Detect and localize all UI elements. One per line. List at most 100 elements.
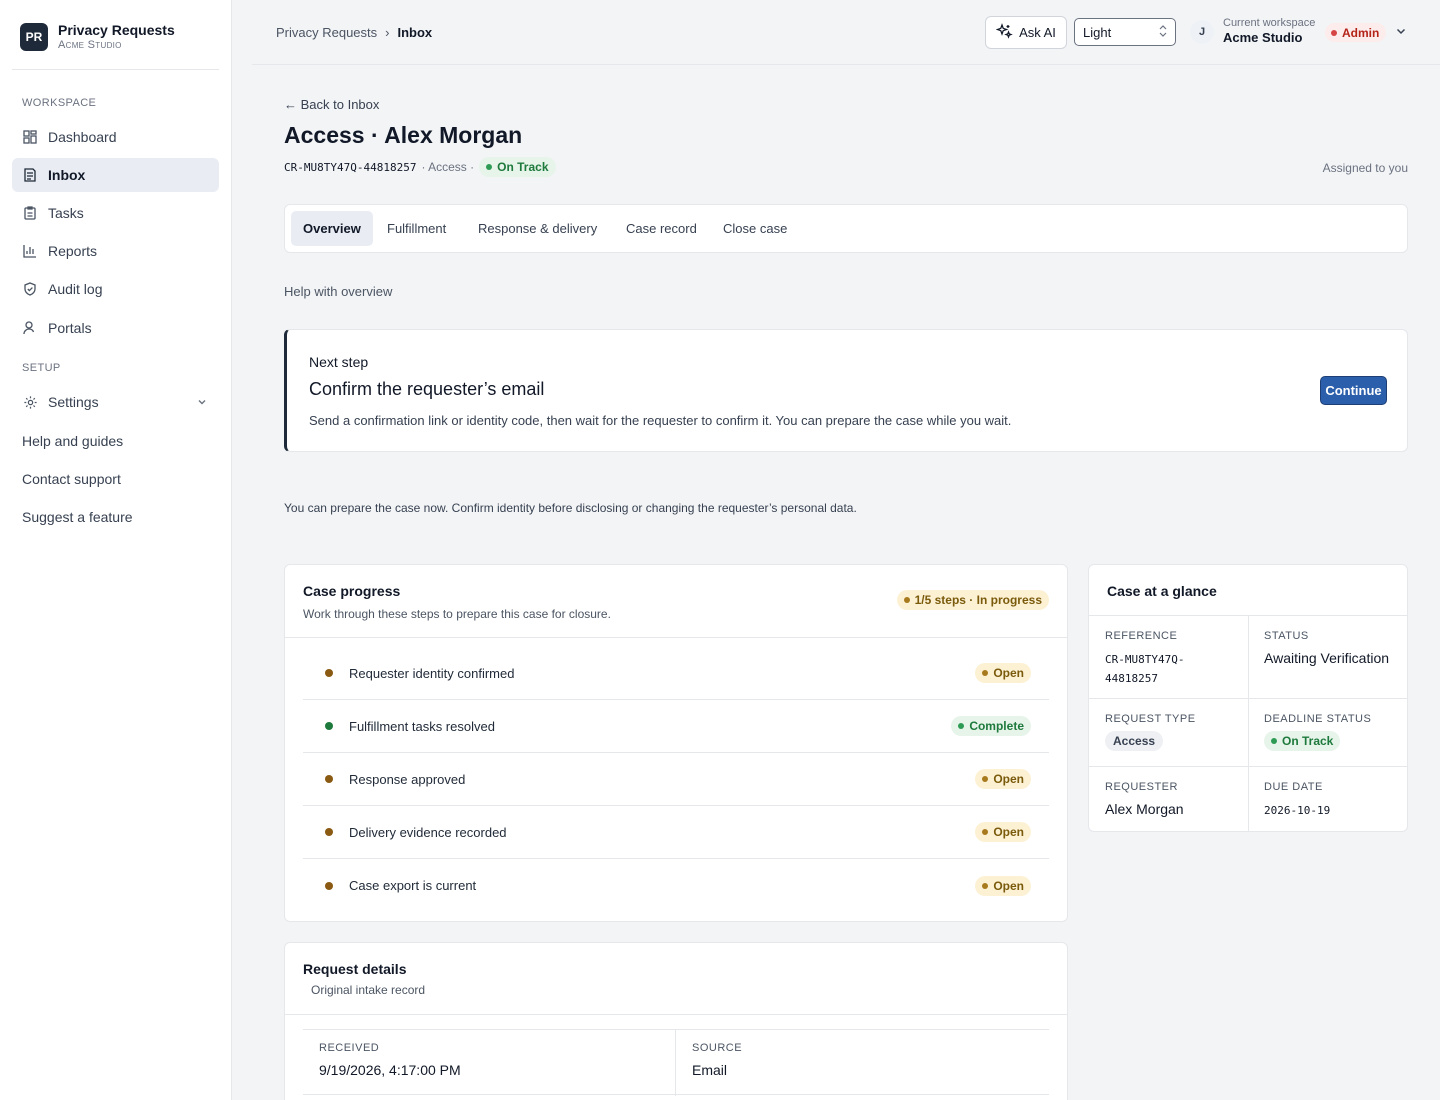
glance-deadline-status: DEADLINE STATUS On Track bbox=[1248, 713, 1407, 751]
sidebar-item-audit-log[interactable]: Audit log bbox=[12, 272, 219, 306]
progress-steps: Requester identity confirmed Open Fulfil… bbox=[303, 647, 1049, 912]
sidebar-link-suggest-feature[interactable]: Suggest a feature bbox=[22, 509, 133, 525]
request-details-subtitle: Original intake record bbox=[311, 983, 426, 997]
glance-header: Case at a glance bbox=[1089, 565, 1407, 616]
step-status-badge: Open bbox=[975, 875, 1031, 896]
sidebar-item-label: Tasks bbox=[48, 205, 84, 221]
breadcrumb-separator: › bbox=[385, 25, 390, 40]
step-label: Case export is current bbox=[349, 878, 477, 893]
status-dot bbox=[958, 723, 965, 729]
tab-close-case[interactable]: Close case bbox=[711, 211, 799, 246]
glance-divider bbox=[1089, 766, 1407, 767]
chevron-down-icon[interactable] bbox=[1395, 24, 1407, 42]
glance-requester: REQUESTER Alex Morgan bbox=[1089, 781, 1248, 817]
progress-step: Response approved Open bbox=[303, 753, 1049, 806]
sidebar-item-settings[interactable]: Settings bbox=[12, 385, 219, 419]
sparkles-icon bbox=[995, 22, 1013, 43]
ask-ai-button[interactable]: Ask AI bbox=[985, 16, 1067, 49]
tab-response-delivery[interactable]: Response & delivery bbox=[466, 211, 609, 246]
page-title: Access · Alex Morgan bbox=[284, 122, 523, 148]
sidebar-item-inbox[interactable]: Inbox bbox=[12, 158, 219, 192]
tab-fulfillment[interactable]: Fulfillment bbox=[375, 211, 458, 246]
glance-reference-label: REFERENCE bbox=[1105, 630, 1178, 642]
step-status-dot bbox=[325, 828, 333, 836]
select-updown-icon bbox=[1159, 24, 1167, 39]
breadcrumb: Privacy Requests › Inbox bbox=[276, 25, 432, 40]
dashboard-icon bbox=[22, 129, 38, 145]
breadcrumb-parent[interactable]: Privacy Requests bbox=[276, 25, 377, 40]
glance-divider bbox=[1089, 698, 1407, 699]
detail-received: RECEIVED 9/19/2026, 4:17:00 PM bbox=[319, 1042, 461, 1078]
step-status-badge: Open bbox=[975, 769, 1031, 789]
sidebar-link-contact-support[interactable]: Contact support bbox=[22, 471, 121, 487]
sidebar-item-dashboard[interactable]: Dashboard bbox=[12, 120, 219, 154]
status-dot bbox=[486, 164, 493, 170]
back-to-inbox-link[interactable]: ← Back to Inbox bbox=[284, 97, 379, 112]
role-label: Admin bbox=[1342, 25, 1380, 40]
step-status-badge: Open bbox=[975, 822, 1031, 842]
step-label: Fulfillment tasks resolved bbox=[349, 718, 495, 734]
glance-reference: REFERENCE CR-MU8TY47Q- 44818257 bbox=[1089, 630, 1248, 688]
sidebar-item-label: Inbox bbox=[48, 167, 86, 183]
sidebar: PR Privacy Requests Acme Studio WORKSPAC… bbox=[0, 0, 232, 1100]
tab-overview[interactable]: Overview bbox=[291, 211, 373, 246]
avatar[interactable]: J bbox=[1190, 20, 1214, 44]
theme-select[interactable]: Light bbox=[1074, 18, 1176, 46]
theme-select-value: Light bbox=[1083, 24, 1112, 40]
chevron-down-icon[interactable] bbox=[197, 394, 207, 410]
detail-source-value: Email bbox=[692, 1062, 728, 1078]
case-reference: CR-MU8TY47Q-44818257 bbox=[284, 160, 417, 174]
step-status-dot bbox=[325, 881, 333, 890]
inbox-icon bbox=[22, 167, 38, 183]
step-status-label: Open bbox=[993, 772, 1024, 786]
brand-title: Privacy Requests bbox=[58, 22, 175, 38]
glance-reference-value: CR-MU8TY47Q- 44818257 bbox=[1105, 650, 1248, 688]
status-dot bbox=[982, 776, 989, 782]
brand-subtitle: Acme Studio bbox=[58, 39, 122, 51]
workspace-name: Acme Studio bbox=[1223, 30, 1303, 45]
step-status-dot bbox=[325, 722, 333, 730]
brand-logo: PR bbox=[20, 23, 48, 51]
ask-ai-label: Ask AI bbox=[1019, 25, 1056, 40]
case-type-meta: · Access · bbox=[421, 160, 475, 174]
request-details-grid: RECEIVED 9/19/2026, 4:17:00 PM SOURCE Em… bbox=[303, 1029, 1049, 1096]
continue-button[interactable]: Continue bbox=[1320, 376, 1387, 405]
detail-received-value: 9/19/2026, 4:17:00 PM bbox=[319, 1062, 461, 1078]
sidebar-item-tasks[interactable]: Tasks bbox=[12, 196, 219, 230]
deadline-status-badge: On Track bbox=[479, 157, 556, 177]
tab-case-record[interactable]: Case record bbox=[614, 211, 709, 246]
case-meta: CR-MU8TY47Q-44818257 · Access · On Track bbox=[284, 157, 556, 177]
sidebar-item-label: Portals bbox=[48, 320, 92, 336]
case-progress-card: Case progress Work through these steps t… bbox=[284, 564, 1068, 922]
status-dot bbox=[982, 670, 989, 676]
glance-status: STATUS Awaiting Verification bbox=[1248, 630, 1407, 666]
assigned-label: Assigned to you bbox=[1322, 161, 1408, 175]
sidebar-item-reports[interactable]: Reports bbox=[12, 234, 219, 268]
case-progress-title: Case progress bbox=[303, 583, 401, 599]
glance-due-label: DUE DATE bbox=[1264, 781, 1323, 793]
step-status-label: Open bbox=[993, 825, 1024, 839]
help-with-overview[interactable]: Help with overview bbox=[284, 284, 392, 299]
progress-step: Fulfillment tasks resolved Complete bbox=[303, 700, 1049, 753]
brand[interactable]: PR Privacy Requests Acme Studio bbox=[20, 22, 175, 52]
progress-badge-label: 1/5 steps · In progress bbox=[914, 593, 1042, 607]
request-details-card: Request details Original intake record R… bbox=[284, 942, 1068, 1100]
breadcrumb-current: Inbox bbox=[397, 25, 433, 40]
case-progress-header: Case progress Work through these steps t… bbox=[285, 565, 1067, 638]
deadline-status-badge: On Track bbox=[1264, 731, 1341, 751]
role-badge: Admin bbox=[1325, 23, 1387, 42]
user-icon bbox=[22, 320, 38, 336]
status-dot bbox=[982, 882, 989, 889]
progress-step: Requester identity confirmed Open bbox=[303, 647, 1049, 700]
workspace-switcher[interactable]: Current workspace Acme Studio bbox=[1223, 17, 1315, 45]
clipboard-icon bbox=[22, 205, 38, 221]
request-details-title: Request details bbox=[303, 961, 407, 977]
glance-status-label: STATUS bbox=[1264, 630, 1309, 642]
sidebar-link-help[interactable]: Help and guides bbox=[22, 433, 123, 449]
details-divider bbox=[675, 1030, 676, 1096]
step-status-label: Open bbox=[993, 878, 1024, 893]
progress-step: Case export is current Open bbox=[303, 859, 1049, 912]
next-step-card: Next step Confirm the requester’s email … bbox=[284, 329, 1408, 452]
brand-divider bbox=[12, 69, 219, 70]
sidebar-item-portals[interactable]: Portals bbox=[12, 311, 219, 345]
